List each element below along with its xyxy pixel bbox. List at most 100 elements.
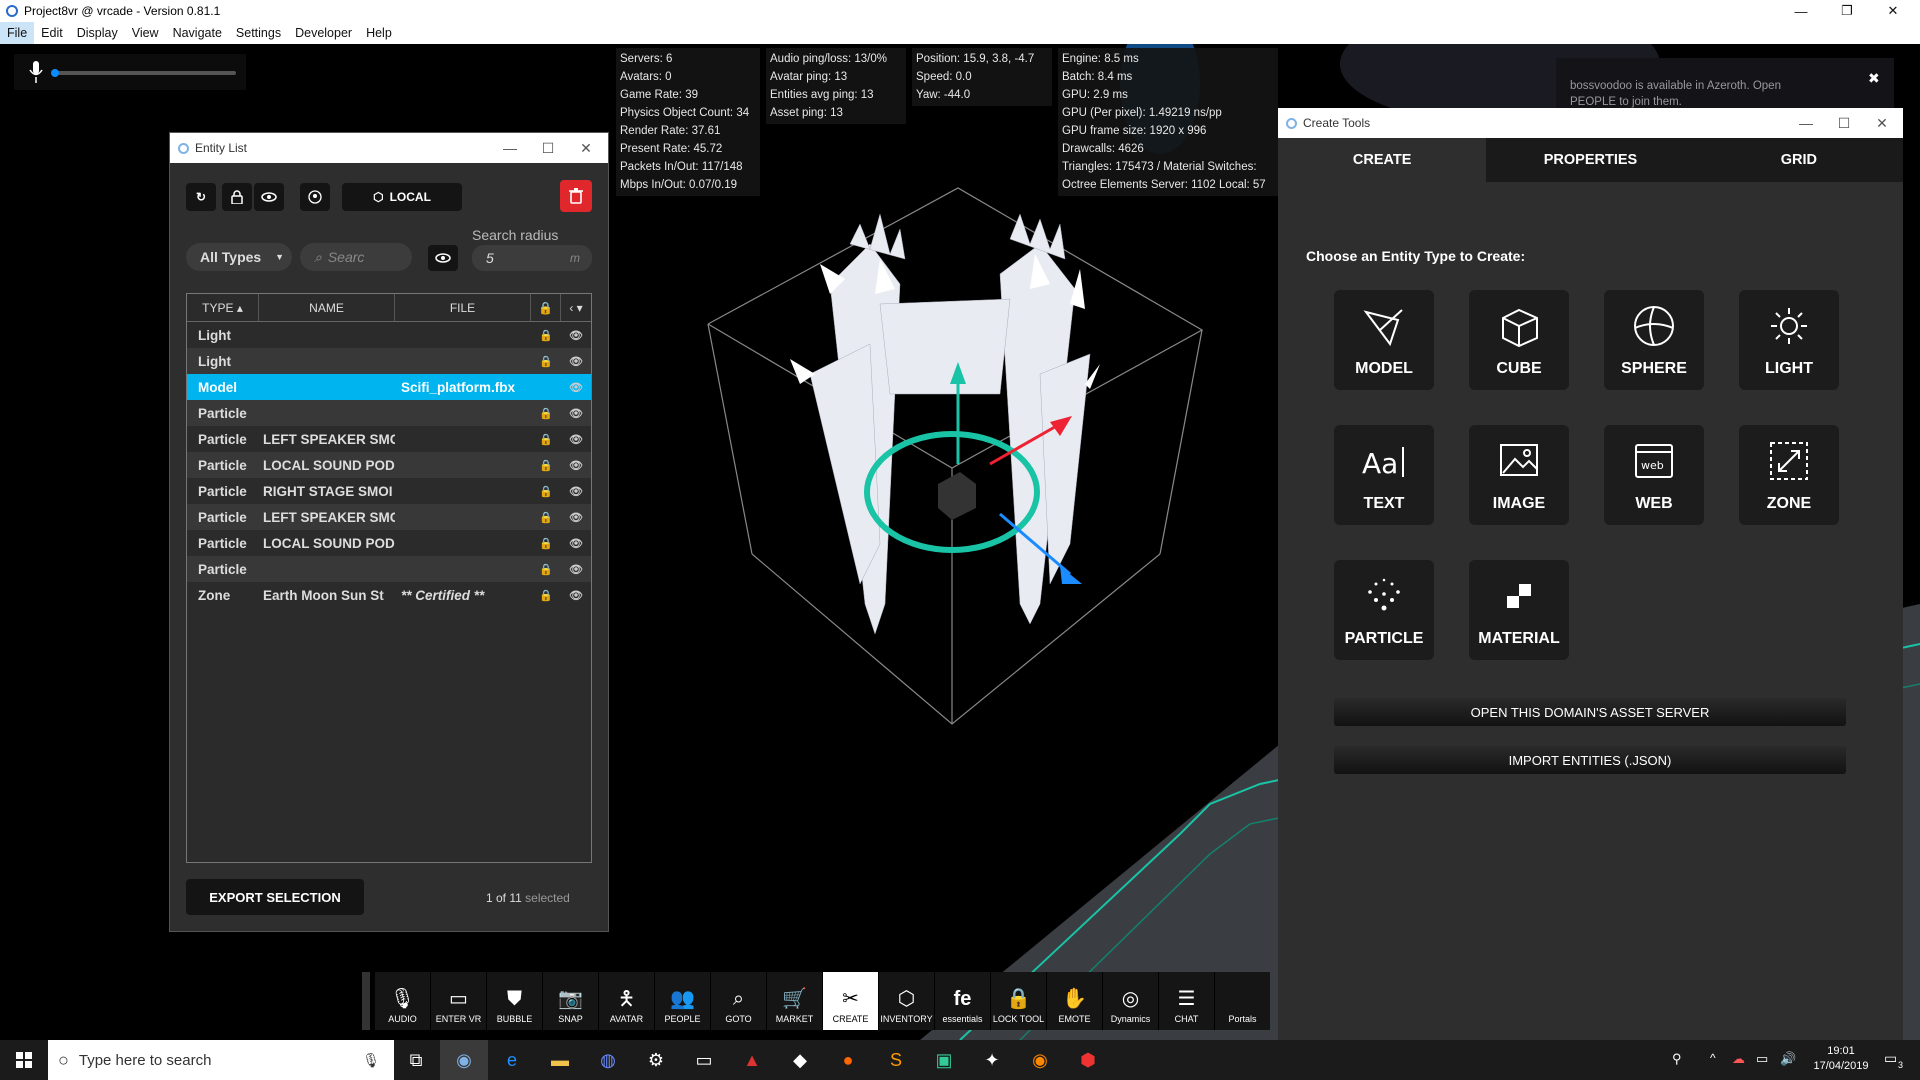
- unity-icon[interactable]: ◆: [776, 1040, 824, 1080]
- table-row-selected[interactable]: Model Scifi_platform.fbx 👁: [187, 374, 591, 400]
- volume-icon[interactable]: 🔊: [1780, 1051, 1796, 1067]
- column-file[interactable]: FILE: [395, 294, 531, 321]
- create-text-button[interactable]: Aa TEXT: [1334, 425, 1434, 525]
- table-row[interactable]: Particle LOCAL SOUND POD 🔒 👁: [187, 452, 591, 478]
- eye-icon[interactable]: 👁: [561, 407, 591, 420]
- oculus-icon[interactable]: ▭: [680, 1040, 728, 1080]
- microphone-icon[interactable]: 🎙: [362, 1052, 380, 1069]
- toolbar-people-button[interactable]: 👥 PEOPLE: [654, 972, 710, 1030]
- table-row[interactable]: Particle LOCAL SOUND POD 🔒 👁: [187, 530, 591, 556]
- eye-icon[interactable]: 👁: [561, 537, 591, 550]
- sublime-icon[interactable]: S: [872, 1040, 920, 1080]
- refresh-button[interactable]: ↻: [186, 183, 216, 211]
- lock-icon[interactable]: 🔒: [531, 459, 561, 472]
- lock-icon[interactable]: 🔒: [531, 537, 561, 550]
- lock-icon[interactable]: 🔒: [531, 563, 561, 576]
- steam-icon[interactable]: ⚙: [632, 1040, 680, 1080]
- column-name[interactable]: NAME: [259, 294, 395, 321]
- delete-button[interactable]: [560, 180, 592, 212]
- toolbar-portals-button[interactable]: Portals: [1214, 972, 1270, 1030]
- interface-app-icon[interactable]: ◉: [440, 1040, 488, 1080]
- create-light-button[interactable]: LIGHT: [1739, 290, 1839, 390]
- local-button[interactable]: ⬡ LOCAL: [342, 183, 462, 211]
- tray-chevron-icon[interactable]: ^: [1710, 1051, 1716, 1065]
- toolbar-dynamics-button[interactable]: ◎ Dynamics: [1102, 972, 1158, 1030]
- column-visibility[interactable]: ‹ ▾: [561, 294, 591, 321]
- toolbar-audio-button[interactable]: 🎙 AUDIO: [374, 972, 430, 1030]
- eye-icon[interactable]: 👁: [561, 485, 591, 498]
- search-input[interactable]: ⌕ Searc: [300, 243, 412, 271]
- table-row[interactable]: Particle RIGHT STAGE SMOI 🔒 👁: [187, 478, 591, 504]
- windows-start-icon[interactable]: [0, 1040, 48, 1080]
- menu-file[interactable]: File: [0, 22, 35, 44]
- column-type[interactable]: TYPE ▴: [187, 294, 259, 321]
- lock-icon[interactable]: 🔒: [531, 589, 561, 602]
- toolbar-handle[interactable]: [362, 972, 370, 1030]
- toolbar-market-button[interactable]: 🛒 MARKET: [766, 972, 822, 1030]
- discord-icon[interactable]: ◍: [584, 1040, 632, 1080]
- eye-icon[interactable]: 👁: [561, 329, 591, 342]
- entity-list-minimize-icon[interactable]: —: [490, 133, 530, 163]
- lock-icon[interactable]: 🔒: [531, 433, 561, 446]
- eye-icon[interactable]: 👁: [561, 381, 591, 394]
- eye-icon[interactable]: 👁: [561, 459, 591, 472]
- toolbar-bubble-button[interactable]: ⛊ BUBBLE: [486, 972, 542, 1030]
- eye-icon[interactable]: 👁: [561, 511, 591, 524]
- eye-icon[interactable]: 👁: [561, 355, 591, 368]
- menu-help[interactable]: Help: [359, 22, 399, 44]
- menu-settings[interactable]: Settings: [229, 22, 288, 44]
- file-explorer-icon[interactable]: ▬: [536, 1040, 584, 1080]
- eye-icon[interactable]: 👁: [561, 433, 591, 446]
- create-sphere-button[interactable]: SPHERE: [1604, 290, 1704, 390]
- lock-button[interactable]: [222, 183, 252, 211]
- create-particle-button[interactable]: PARTICLE: [1334, 560, 1434, 660]
- toolbar-essentials-button[interactable]: fe essentials: [934, 972, 990, 1030]
- toolbar-snap-button[interactable]: 📷 SNAP: [542, 972, 598, 1030]
- toolbar-enter-vr-button[interactable]: ▭ ENTER VR: [430, 972, 486, 1030]
- table-row[interactable]: Light 🔒 👁: [187, 348, 591, 374]
- create-image-button[interactable]: IMAGE: [1469, 425, 1569, 525]
- task-view-icon[interactable]: ⧉: [392, 1040, 440, 1080]
- taskbar-search-input[interactable]: ○ Type here to search 🎙: [48, 1040, 394, 1080]
- create-material-button[interactable]: MATERIAL: [1469, 560, 1569, 660]
- menu-display[interactable]: Display: [70, 22, 125, 44]
- network-icon[interactable]: ▭: [1756, 1051, 1768, 1067]
- lock-icon[interactable]: 🔒: [531, 511, 561, 524]
- create-cube-button[interactable]: CUBE: [1469, 290, 1569, 390]
- table-row[interactable]: Particle 🔒 👁: [187, 556, 591, 582]
- tab-create[interactable]: CREATE: [1278, 138, 1487, 182]
- blender-icon[interactable]: ◉: [1016, 1040, 1064, 1080]
- type-filter-dropdown[interactable]: All Types ▼: [186, 243, 292, 271]
- notification-center-icon[interactable]: ▭: [1884, 1050, 1897, 1067]
- search-visibility-toggle[interactable]: [428, 245, 458, 271]
- toolbar-lock-tool-button[interactable]: 🔒 LOCK TOOL: [990, 972, 1046, 1030]
- autodesk-icon[interactable]: ▲: [728, 1040, 776, 1080]
- people-notification[interactable]: bossvoodoo is available in Azeroth. Open…: [1556, 58, 1894, 114]
- close-button[interactable]: ✕: [1870, 0, 1916, 22]
- avatar-filter-button[interactable]: [300, 183, 330, 211]
- cloud-tray-icon[interactable]: ☁: [1732, 1051, 1745, 1067]
- edge-icon[interactable]: e: [488, 1040, 536, 1080]
- table-row[interactable]: Particle 🔒 👁: [187, 400, 591, 426]
- menu-edit[interactable]: Edit: [34, 22, 70, 44]
- search-radius-input[interactable]: 5 m: [472, 245, 592, 271]
- taskbar-clock[interactable]: 19:01 17/04/2019: [1806, 1044, 1876, 1074]
- entity-list-maximize-icon[interactable]: ☐: [528, 133, 568, 163]
- create-zone-button[interactable]: ZONE: [1739, 425, 1839, 525]
- eye-icon[interactable]: 👁: [561, 589, 591, 602]
- entity-list-close-icon[interactable]: ✕: [566, 133, 606, 163]
- import-entities-button[interactable]: IMPORT ENTITIES (.JSON): [1334, 746, 1846, 774]
- toolbar-avatar-button[interactable]: 🯅 AVATAR: [598, 972, 654, 1030]
- minimize-button[interactable]: —: [1778, 0, 1824, 22]
- table-row[interactable]: Particle LEFT SPEAKER SMC 🔒 👁: [187, 426, 591, 452]
- toolbar-inventory-button[interactable]: ⬡ INVENTORY: [878, 972, 934, 1030]
- menu-navigate[interactable]: Navigate: [166, 22, 229, 44]
- create-tools-minimize-icon[interactable]: —: [1786, 108, 1826, 138]
- entity-list-titlebar[interactable]: Entity List — ☐ ✕: [170, 133, 608, 163]
- lock-icon[interactable]: 🔒: [531, 407, 561, 420]
- toolbar-goto-button[interactable]: ⌕ GOTO: [710, 972, 766, 1030]
- table-row[interactable]: Zone Earth Moon Sun St ** Certified ** 🔒 👁: [187, 582, 591, 608]
- game-controller-icon[interactable]: ✦: [968, 1040, 1016, 1080]
- toolbar-chat-button[interactable]: ☰ CHAT: [1158, 972, 1214, 1030]
- notification-close-icon[interactable]: ✖: [1868, 70, 1880, 87]
